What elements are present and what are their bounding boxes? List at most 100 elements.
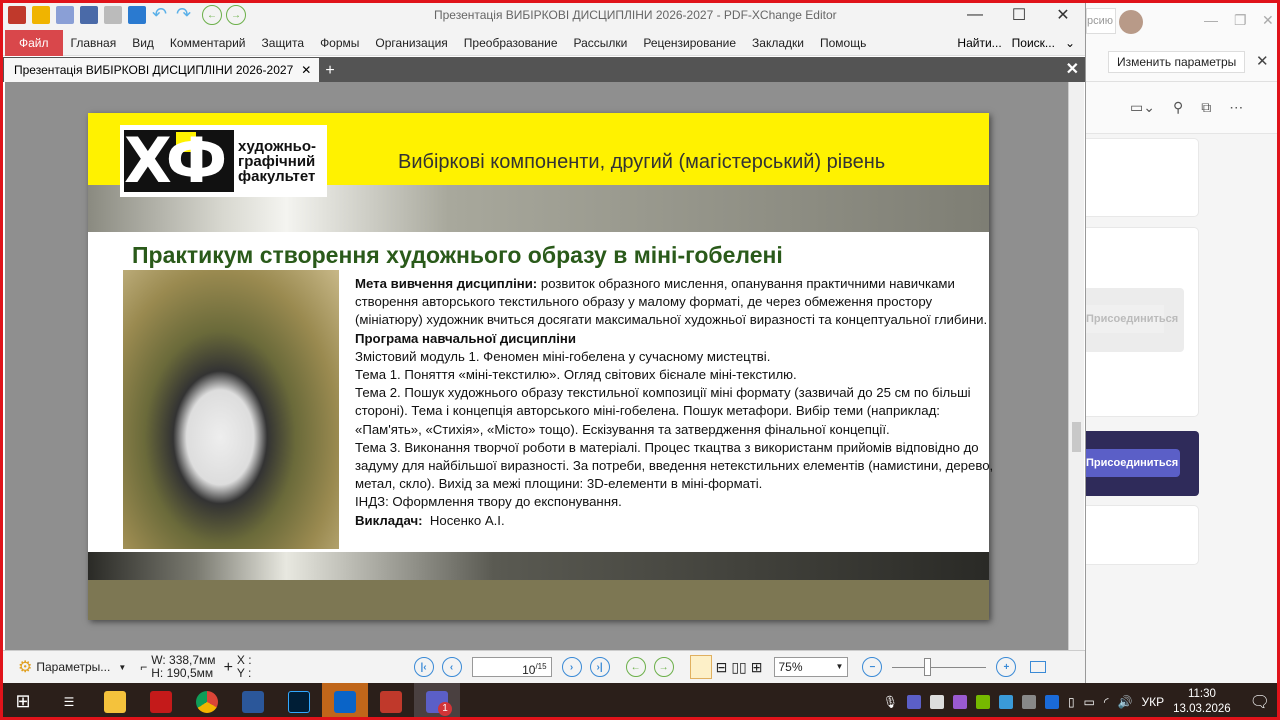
pen-icon[interactable] <box>952 694 967 709</box>
undo-icon[interactable]: ↶ <box>152 5 170 24</box>
new-tab-button[interactable]: + <box>325 60 334 82</box>
menu-organize[interactable]: Организация <box>367 30 455 56</box>
change-params-button[interactable]: Изменить параметры <box>1108 51 1246 73</box>
back-view-button[interactable]: ← <box>625 657 646 677</box>
prev-page-button[interactable]: ‹ <box>441 657 462 677</box>
forward-view-button[interactable]: → <box>653 657 674 677</box>
redo-icon[interactable]: ↷ <box>176 5 194 24</box>
maximize-button[interactable]: ☐ <box>997 0 1041 30</box>
open-icon[interactable] <box>32 6 50 24</box>
save-icon[interactable] <box>56 6 74 24</box>
zoom-out-button[interactable]: − <box>862 657 883 677</box>
red-app-icon[interactable] <box>138 683 184 720</box>
footer-gradient-band <box>88 552 989 580</box>
find-button[interactable]: Найти... <box>957 30 1001 56</box>
teams-icon[interactable]: 1 <box>414 683 460 720</box>
close-all-icon[interactable]: ✕ <box>1066 59 1079 79</box>
clock[interactable]: 11:30 13.03.2026 <box>1173 687 1231 717</box>
menu-forms[interactable]: Формы <box>312 30 367 56</box>
pdf-xchange-icon[interactable] <box>368 683 414 720</box>
document-tab[interactable]: Презентація ВИБІРКОВІ ДИСЦИПЛІНИ 2026-20… <box>4 58 320 82</box>
display-icon[interactable] <box>1021 694 1036 709</box>
dismiss-icon[interactable]: ✕ <box>1256 52 1269 70</box>
task-view-button[interactable]: ☰ <box>46 683 92 720</box>
nvidia-icon[interactable] <box>975 694 990 709</box>
explorer-icon[interactable] <box>92 683 138 720</box>
minimize-icon[interactable]: — <box>1204 12 1218 28</box>
microphone-icon[interactable]: 🎙 <box>883 695 898 709</box>
app-tray-icon[interactable] <box>998 694 1013 709</box>
params-button[interactable]: ⚙ Параметры... ▼ <box>18 657 126 677</box>
menu-help[interactable]: Помощь <box>812 30 874 56</box>
menu-mailings[interactable]: Рассылки <box>566 30 636 56</box>
outlook-icon[interactable] <box>322 683 368 720</box>
last-page-button[interactable]: ›| <box>589 657 610 677</box>
chrome-icon[interactable] <box>184 683 230 720</box>
slide-body: Мета вивчення дисципліни: розвиток образ… <box>355 276 994 528</box>
system-tray: 🎙 ▯ ▭ ◜ 🔊 УКР 11:30 13.03.2026 🗨 <box>883 683 1270 720</box>
next-page-button[interactable]: › <box>561 657 582 677</box>
scan-icon[interactable] <box>128 6 146 24</box>
avatar[interactable] <box>1119 10 1143 34</box>
close-button[interactable]: ✕ <box>1041 0 1085 30</box>
taskbar: ⊞ ☰ 1 🎙 ▯ ▭ ◜ 🔊 УКР 11:30 13.03.2026 🗨 <box>0 683 1280 720</box>
close-icon[interactable]: ✕ <box>301 63 311 77</box>
close-icon[interactable]: ✕ <box>1262 12 1274 29</box>
teams-tray-icon[interactable] <box>906 694 921 709</box>
scroll-thumb[interactable] <box>1072 422 1081 452</box>
single-page-icon[interactable] <box>689 655 712 679</box>
menu-view[interactable]: Вид <box>124 30 162 56</box>
menu-home[interactable]: Главная <box>63 30 125 56</box>
cursor-coords: + X :Y : <box>223 653 252 680</box>
continuous-icon[interactable]: ⊟ <box>716 659 728 676</box>
page-size: ⌐ W: 338,7мм H: 190,5мм <box>140 653 216 680</box>
usb-icon[interactable]: ▯ <box>1068 695 1075 709</box>
back-icon[interactable]: ← <box>202 5 222 25</box>
zoom-select[interactable]: 75% ▼ <box>774 657 849 677</box>
join-button[interactable]: Присоединиться <box>1086 449 1180 477</box>
dimensions-icon: ⌐ <box>140 659 148 674</box>
fullscreen-icon[interactable] <box>1030 661 1047 673</box>
photoshop-icon[interactable] <box>276 683 322 720</box>
first-page-button[interactable]: |‹ <box>413 657 434 677</box>
chat-card-2 <box>1086 505 1199 565</box>
restore-icon[interactable]: ❐ <box>1234 12 1247 29</box>
menu-file[interactable]: Файл <box>5 29 63 56</box>
print-icon[interactable] <box>80 6 98 24</box>
tab-label: Презентація ВИБІРКОВІ ДИСЦИПЛІНИ 2026-20… <box>14 63 294 77</box>
search-button[interactable]: Поиск... <box>1012 30 1055 56</box>
continuous-facing-icon[interactable]: ⊞ <box>751 659 763 676</box>
page-number-input[interactable]: 10/15 <box>471 657 552 677</box>
menu-review[interactable]: Рецензирование <box>635 30 744 56</box>
word-icon[interactable] <box>230 683 276 720</box>
menu-comment[interactable]: Комментарий <box>162 30 254 56</box>
video-icon[interactable]: ▭⌄ <box>1130 99 1155 116</box>
menu-convert[interactable]: Преобразование <box>456 30 566 56</box>
zoom-slider[interactable] <box>892 657 987 676</box>
menu-protect[interactable]: Защита <box>254 30 313 56</box>
zoom-in-button[interactable]: + <box>996 657 1017 677</box>
volume-icon[interactable]: 🔊 <box>1118 695 1133 709</box>
vertical-scrollbar[interactable] <box>1068 82 1084 650</box>
battery-icon[interactable]: ▭ <box>1084 695 1095 709</box>
minimize-button[interactable]: — <box>953 0 997 30</box>
slide-header: Вибіркові компоненти, другий (магістерсь… <box>398 151 886 173</box>
gear-icon: ⚙ <box>18 659 33 676</box>
page-navigation: |‹ ‹ 10/15 › ›| ← → ⊟ ▯▯ ⊞ 75% ▼ − + <box>412 655 1047 679</box>
email-icon[interactable] <box>104 6 122 24</box>
forward-icon[interactable]: → <box>226 5 246 25</box>
bluetooth-icon[interactable] <box>1044 694 1059 709</box>
popout-icon[interactable]: ⧉ <box>1201 99 1211 116</box>
notifications-icon[interactable]: 🗨 <box>1250 692 1270 712</box>
facing-icon[interactable]: ▯▯ <box>731 659 746 676</box>
menu-bookmarks[interactable]: Закладки <box>744 30 812 56</box>
chevron-down-icon[interactable]: ⌄ <box>1065 30 1075 56</box>
teams-toolbar: ▭⌄ ⚲ ⧉ ⋯ <box>1086 82 1280 134</box>
start-button[interactable]: ⊞ <box>0 683 46 720</box>
more-icon[interactable]: ⋯ <box>1229 99 1243 116</box>
language-indicator[interactable]: УКР <box>1142 695 1165 709</box>
update-pill[interactable]: рсию <box>1086 8 1116 34</box>
wifi-icon[interactable]: ◜ <box>1104 695 1109 709</box>
search-icon[interactable]: ⚲ <box>1173 99 1183 116</box>
security-icon[interactable] <box>929 694 944 709</box>
